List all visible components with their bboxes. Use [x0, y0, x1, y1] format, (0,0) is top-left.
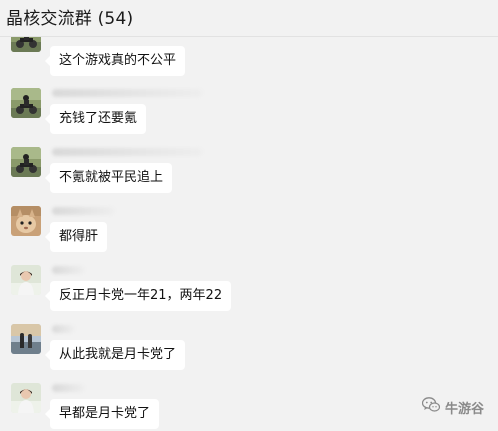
cat-avatar[interactable] [11, 206, 41, 236]
message-bubble[interactable]: 不氪就被平民追上 [44, 163, 173, 193]
message-bubble[interactable]: 这个游戏真的不公平 [44, 46, 186, 76]
motorcycle-rider-avatar[interactable] [11, 36, 41, 52]
motorcycle-rider-avatar[interactable] [11, 147, 41, 177]
message-bubble[interactable]: 从此我就是月卡党了 [44, 340, 186, 370]
sender-name-redacted [52, 266, 84, 274]
person-avatar[interactable] [11, 383, 41, 413]
motorcycle-rider-avatar[interactable] [11, 88, 41, 118]
sender-name-redacted [52, 148, 202, 156]
sender-name-redacted [52, 207, 114, 215]
sender-name-redacted [52, 89, 202, 97]
watermark: 牛游谷 [421, 397, 484, 417]
person-avatar[interactable] [11, 265, 41, 295]
sender-name-redacted [52, 384, 84, 392]
wechat-icon [421, 397, 441, 417]
chat-header: 晶核交流群 (54) [0, 0, 498, 37]
message-list[interactable]: 这个游戏真的不公平 充钱了还要氪 不氪就被平民追上 都得肝 反正月卡党一年21，… [0, 36, 498, 431]
group-title: 晶核交流群 (54) [6, 9, 134, 29]
watermark-text: 牛游谷 [444, 401, 484, 417]
beach-couple-avatar[interactable] [11, 324, 41, 354]
message-bubble[interactable]: 都得肝 [44, 222, 108, 252]
message-bubble[interactable]: 反正月卡党一年21，两年22 [44, 281, 232, 311]
sender-name-redacted [52, 325, 74, 333]
message-bubble[interactable]: 充钱了还要氪 [44, 104, 147, 134]
message-bubble[interactable]: 早都是月卡党了 [44, 399, 160, 429]
